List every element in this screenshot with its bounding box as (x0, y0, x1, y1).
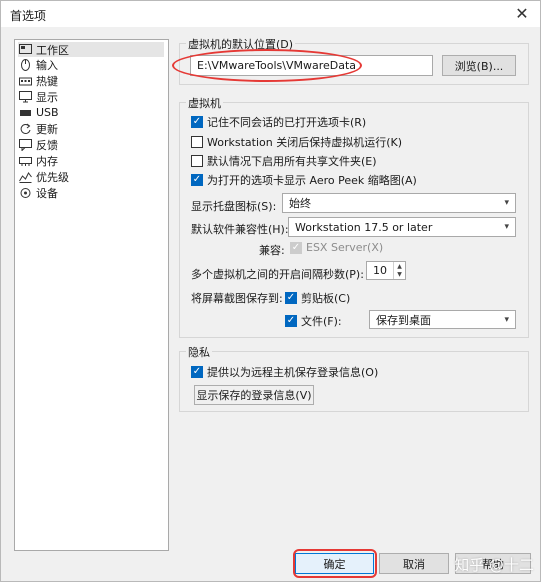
sidebar-item-workspace[interactable]: 工作区 (18, 42, 164, 57)
sidebar-item-input[interactable]: 输入 (18, 57, 164, 72)
memory-icon (18, 154, 33, 167)
remember-login-checkbox[interactable]: 提供以为远程主机保存登录信息(O) (191, 364, 378, 380)
sidebar-item-priority[interactable]: 优先级 (18, 169, 164, 184)
watermark: 知乎 @十二 (454, 556, 534, 574)
interval-label: 多个虚拟机之间的开启间隔秒数(P): (191, 268, 364, 281)
spin-up-icon[interactable]: ▲ (394, 262, 405, 271)
chevron-down-icon: ▾ (504, 222, 509, 232)
feedback-icon (18, 138, 33, 151)
priority-icon (18, 170, 33, 183)
enable-shared-folders-label: 默认情况下启用所有共享文件夹(E) (207, 155, 377, 168)
ok-button[interactable]: 确定 (295, 553, 374, 574)
compat-select[interactable]: Workstation 17.5 or later ▾ (288, 217, 516, 237)
sidebar-item-label: 优先级 (36, 170, 69, 184)
sidebar-item-hotkeys[interactable]: 热键 (18, 73, 164, 88)
chevron-down-icon: ▾ (504, 198, 509, 208)
default-location-input[interactable]: E:\VMwareTools\VMwareData (190, 55, 433, 76)
enable-shared-folders-checkbox[interactable]: 默认情况下启用所有共享文件夹(E) (191, 153, 377, 169)
checkbox-disabled (290, 241, 302, 254)
tray-icon-value: 始终 (289, 197, 311, 210)
window-title: 首选项 (10, 9, 47, 23)
sidebar-item-label: 设备 (36, 186, 58, 200)
sidebar-item-label: 反馈 (36, 138, 58, 152)
hotkey-icon (18, 74, 33, 87)
preferences-dialog: 首选项 ✕ 工作区 输入 热键 显示 USB 更新 反馈 内存 优先级 设备 虚… (0, 0, 541, 582)
cancel-button[interactable]: 取消 (379, 553, 449, 574)
sidebar-item-usb[interactable]: USB (18, 105, 164, 120)
tray-icon-label: 显示托盘图标(S): (191, 200, 277, 213)
save-file-label: 文件(F): (301, 315, 342, 328)
chevron-down-icon: ▾ (504, 314, 509, 325)
sidebar-item-label: 热键 (36, 74, 58, 88)
checkbox-checked[interactable] (191, 366, 203, 378)
save-file-checkbox[interactable]: 文件(F): (285, 313, 342, 329)
compat-label: 默认软件兼容性(H): (191, 223, 289, 236)
sidebar-item-label: 输入 (36, 58, 58, 72)
workspace-icon (18, 43, 33, 56)
privacy-group-label: 隐私 (186, 344, 212, 360)
show-login-info-button[interactable]: 显示保存的登录信息(V) (194, 385, 314, 405)
spin-down-icon[interactable]: ▼ (394, 271, 405, 280)
tray-icon-select[interactable]: 始终 ▾ (282, 193, 516, 213)
compat-value: Workstation 17.5 or later (295, 220, 433, 234)
update-icon (18, 122, 33, 135)
sidebar-item-memory[interactable]: 内存 (18, 153, 164, 168)
screenshot-label: 将屏幕截图保存到: (191, 292, 283, 305)
keep-running-checkbox[interactable]: Workstation 关闭后保持虚拟机运行(K) (191, 134, 402, 150)
sidebar-item-label: 内存 (36, 154, 58, 168)
category-list: 工作区 输入 热键 显示 USB 更新 反馈 内存 优先级 设备 (14, 39, 169, 551)
interval-value: 10 (373, 264, 387, 277)
aero-peek-checkbox[interactable]: 为打开的选项卡显示 Aero Peek 缩略图(A) (191, 172, 417, 188)
sidebar-item-label: 工作区 (36, 43, 69, 57)
checkbox-checked[interactable] (191, 116, 203, 128)
keep-running-label: Workstation 关闭后保持虚拟机运行(K) (207, 136, 403, 149)
checkbox-unchecked[interactable] (191, 155, 203, 167)
title-bar: 首选项 ✕ (1, 1, 540, 27)
checkbox-checked[interactable] (285, 315, 297, 327)
save-file-value: 保存到桌面 (376, 313, 431, 327)
compatible-label: 兼容: (259, 244, 285, 257)
interval-spinner[interactable]: 10 ▲ ▼ (366, 261, 406, 280)
sidebar-item-label: 显示 (36, 90, 58, 104)
remember-login-label: 提供以为远程主机保存登录信息(O) (207, 366, 379, 379)
browse-button[interactable]: 浏览(B)... (442, 55, 516, 76)
clipboard-checkbox[interactable]: 剪贴板(C) (285, 290, 350, 306)
clipboard-label: 剪贴板(C) (301, 292, 351, 305)
remember-tabs-label: 记住不同会话的已打开选项卡(R) (207, 116, 367, 129)
checkbox-checked[interactable] (191, 174, 203, 186)
sidebar-item-display[interactable]: 显示 (18, 89, 164, 104)
mouse-icon (18, 58, 33, 71)
remember-tabs-checkbox[interactable]: 记住不同会话的已打开选项卡(R) (191, 114, 366, 130)
device-icon (18, 186, 33, 199)
sidebar-item-update[interactable]: 更新 (18, 121, 164, 136)
esx-server-checkbox: ESX Server(X) (290, 241, 383, 254)
checkbox-unchecked[interactable] (191, 136, 203, 148)
checkbox-checked[interactable] (285, 292, 297, 304)
save-file-select[interactable]: 保存到桌面 ▾ (369, 310, 516, 329)
usb-icon (18, 106, 33, 119)
esx-server-label: ESX Server(X) (306, 241, 384, 254)
sidebar-item-label: USB (36, 106, 59, 119)
vm-group-label: 虚拟机 (186, 95, 223, 111)
close-icon[interactable]: ✕ (512, 4, 532, 24)
aero-peek-label: 为打开的选项卡显示 Aero Peek 缩略图(A) (207, 174, 417, 187)
monitor-icon (18, 90, 33, 103)
sidebar-item-devices[interactable]: 设备 (18, 185, 164, 200)
sidebar-item-label: 更新 (36, 122, 58, 136)
default-location-label: 虚拟机的默认位置(D) (186, 36, 296, 52)
sidebar-item-feedback[interactable]: 反馈 (18, 137, 164, 152)
